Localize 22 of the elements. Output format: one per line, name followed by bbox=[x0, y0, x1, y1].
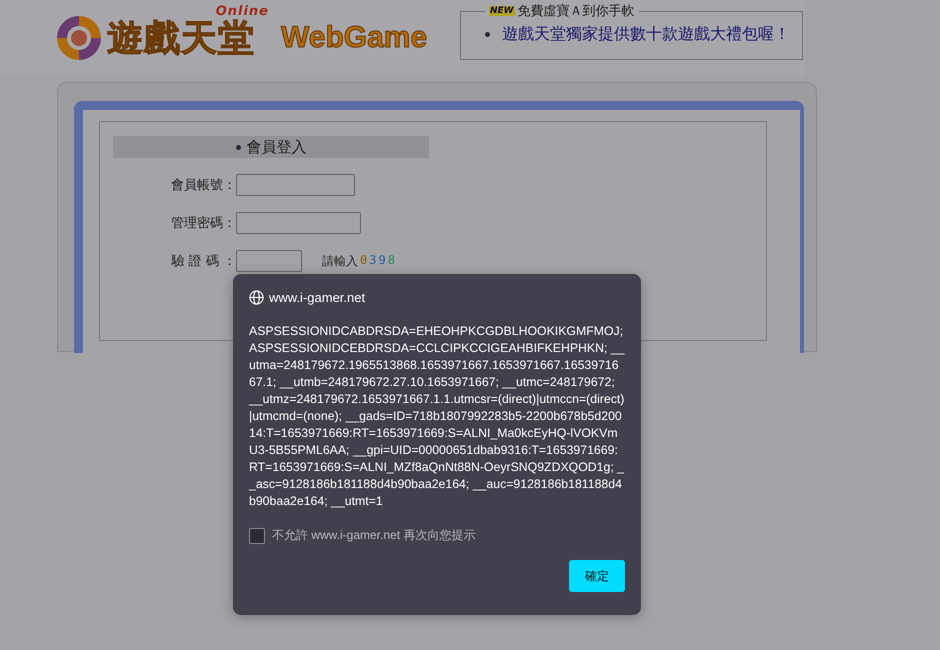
ok-button[interactable]: 確定 bbox=[569, 560, 625, 592]
dialog-message: ASPSESSIONIDCABDRSDA=EHEOHPKCGDBLHOOKIKGMFMOJ; ASPSESSIONIDCEBDRSDA=CCLCIPKCCIGEAHBIFKEHPHKN; __utma=248179672.1965513868.1653971667.1653971667.1653971667.1; __utmb=248179672.27.10.1653971667; __utmc=248179672; __utmz=248179672.1653971667.1.1.utmcsr=(direct)|utmccn=(direct)|utmcmd=(none); __gads=ID=718b1807992283b5-2200b678b5d20014:T=1653971669:RT=1653971669:S=ALNI_Ma0kcEyHQ-lVOKVmU3-5B55PML6AA; __gpi=UID=00000651dbab9316:T=1653971669:RT=1653971669:S=ALNI_MZf8aQnNt88N-OeyrSNQ9ZDXQOD1g; __asc=9128186b181188d4b90baa2e164; __auc=9128186b181188d4b90baa2e164; __utmt=1 bbox=[249, 323, 625, 510]
globe-icon bbox=[249, 290, 264, 305]
captcha-code: 0 3 9 8 bbox=[360, 252, 395, 268]
swirl-logo-icon bbox=[55, 14, 103, 62]
field-label: 驗 證 碼 ： bbox=[170, 253, 236, 270]
input-field[interactable] bbox=[236, 174, 355, 196]
captcha-hint: 請輸入 bbox=[322, 252, 358, 270]
logo-product-name: WebGame bbox=[281, 21, 428, 55]
input-field[interactable] bbox=[236, 250, 302, 272]
news-heading: 免費虛寶Ａ到你手軟 bbox=[518, 3, 635, 20]
input-field[interactable] bbox=[236, 212, 361, 234]
field-label: 會員帳號： bbox=[170, 177, 236, 194]
news-link[interactable]: 遊戲天堂獨家提供數十款遊戲大禮包喔！ bbox=[502, 24, 790, 45]
checkbox[interactable] bbox=[249, 528, 265, 544]
login-title: 會員登入 bbox=[246, 138, 306, 156]
new-badge: NEW bbox=[489, 6, 515, 16]
field-label: 管理密碼： bbox=[170, 215, 236, 232]
dialog-site: www.i-gamer.net bbox=[269, 290, 366, 305]
logo-tag: Online bbox=[216, 4, 269, 18]
checkbox-label: 不允許 www.i-gamer.net 再次向您提示 bbox=[272, 527, 476, 544]
bullet-icon bbox=[485, 32, 490, 37]
